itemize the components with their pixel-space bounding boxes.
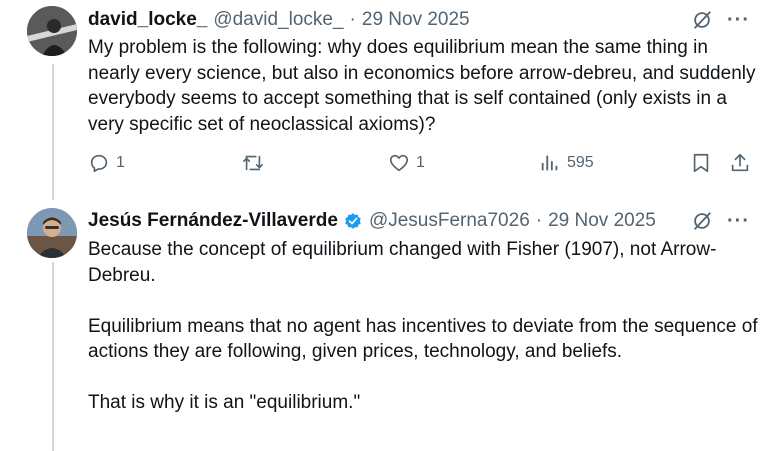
like-count: 1 bbox=[416, 154, 425, 171]
views-button[interactable]: 595 bbox=[539, 152, 594, 174]
avatar-photo-icon bbox=[27, 208, 77, 258]
thread-connector-line bbox=[52, 64, 54, 200]
like-button[interactable]: 1 bbox=[388, 152, 425, 174]
author-name[interactable]: Jesús Fernández-Villaverde bbox=[88, 210, 338, 232]
reply-icon bbox=[90, 154, 108, 173]
tweet-paragraph: Equilibrium means that no agent has ince… bbox=[88, 315, 758, 363]
author-name[interactable]: david_locke_ bbox=[88, 9, 207, 31]
verified-badge-icon bbox=[345, 213, 361, 229]
heart-icon bbox=[389, 154, 409, 172]
tweet-top-actions: ··· bbox=[691, 9, 750, 31]
bookmark-icon bbox=[693, 153, 709, 173]
grok-icon[interactable] bbox=[691, 9, 713, 31]
thread-connector-line-lower bbox=[52, 262, 54, 451]
share-icon bbox=[731, 153, 749, 172]
author-handle[interactable]: @JesusFerna7026 bbox=[369, 210, 530, 232]
tweet-text: Because the concept of equilibrium chang… bbox=[88, 237, 758, 441]
separator-dot: · bbox=[535, 210, 543, 231]
repost-icon bbox=[243, 155, 263, 171]
tweet-header: Jesús Fernández-Villaverde @JesusFerna70… bbox=[88, 210, 656, 232]
tweet-paragraph: That is why it is an "equilibrium." bbox=[88, 392, 361, 413]
views-chart-icon bbox=[541, 155, 558, 171]
bookmark-button[interactable] bbox=[690, 152, 712, 174]
more-options-icon[interactable]: ··· bbox=[727, 211, 750, 231]
reply-button[interactable]: 1 bbox=[88, 152, 125, 174]
avatar[interactable] bbox=[27, 6, 77, 56]
more-options-icon[interactable]: ··· bbox=[727, 10, 750, 30]
author-handle[interactable]: @david_locke_ bbox=[213, 9, 343, 31]
tweet-paragraph: Because the concept of equilibrium chang… bbox=[88, 239, 717, 286]
separator-dot: · bbox=[349, 9, 356, 30]
tweet-date[interactable]: 29 Nov 2025 bbox=[548, 210, 656, 232]
tweet-date[interactable]: 29 Nov 2025 bbox=[362, 9, 470, 31]
tweet-header: david_locke_ @david_locke_ · 29 Nov 2025 bbox=[88, 9, 470, 31]
views-count: 595 bbox=[567, 154, 594, 171]
avatar-photo-icon bbox=[27, 6, 77, 56]
repost-button[interactable] bbox=[241, 152, 271, 174]
share-button[interactable] bbox=[729, 152, 751, 174]
tweet-text: My problem is the following: why does eq… bbox=[88, 37, 756, 135]
reply-count: 1 bbox=[116, 154, 125, 171]
avatar[interactable] bbox=[27, 208, 77, 258]
tweet-top-actions: ··· bbox=[691, 210, 750, 232]
tweet-action-bar: 1 1 595 bbox=[88, 152, 758, 180]
grok-icon[interactable] bbox=[691, 210, 713, 232]
